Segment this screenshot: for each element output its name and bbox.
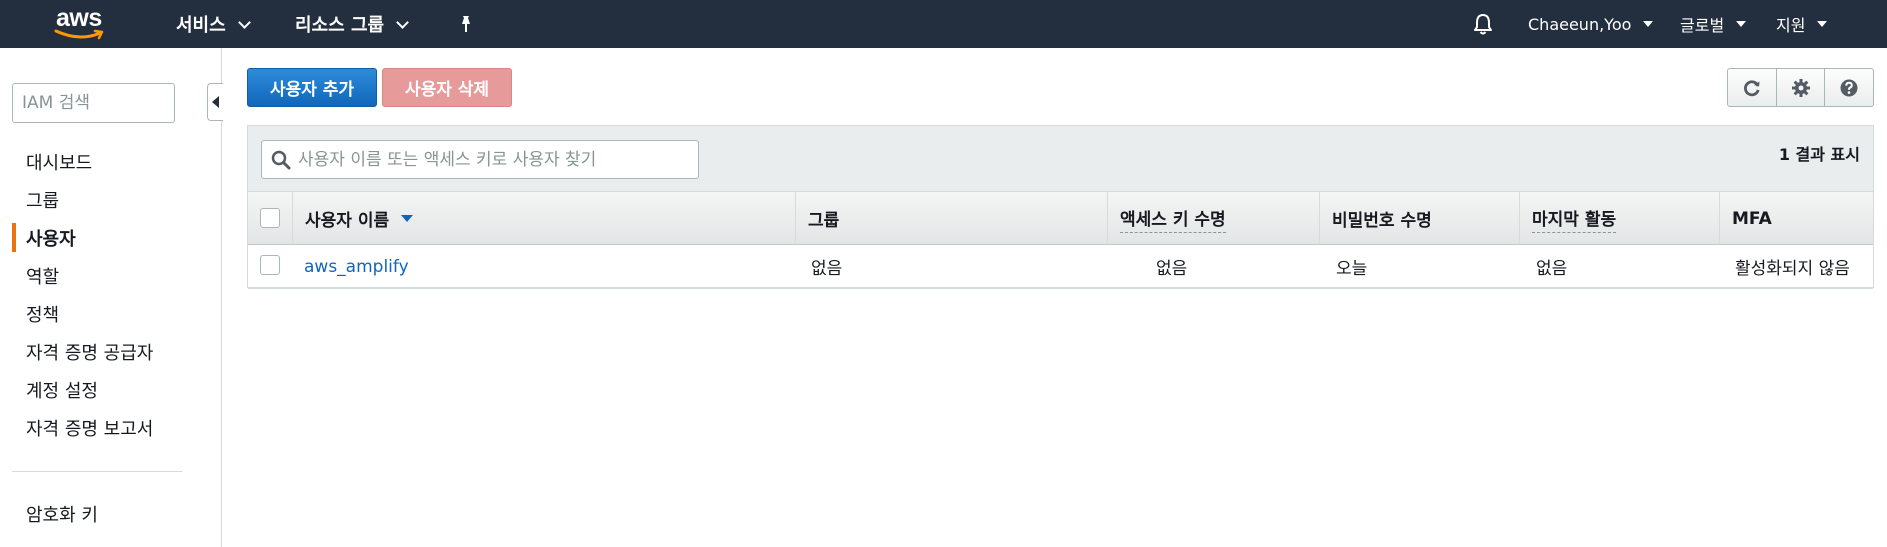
sidebar-item-users[interactable]: 사용자 [26,225,76,251]
refresh-icon [1743,79,1760,96]
table-header: 사용자 이름 그룹 액세스 키 수명 비밀번호 수명 마지막 활동 MFA [248,191,1873,245]
sidebar-item-encryption-keys[interactable]: 암호화 키 [26,501,98,527]
table-filter-bar: 1 결과 표시 [248,126,1873,191]
help-button[interactable] [1825,69,1873,106]
sidebar-item-identity-providers[interactable]: 자격 증명 공급자 [26,339,153,365]
caret-down-icon [1643,21,1654,27]
add-user-button[interactable]: 사용자 추가 [247,68,377,107]
cell-groups: 없음 [811,259,843,279]
users-table-panel: 1 결과 표시 사용자 이름 그룹 액세스 키 수명 비밀번호 수명 마지막 활… [247,125,1874,289]
column-label: 그룹 [808,211,840,231]
select-all-checkbox[interactable] [260,208,280,228]
column-label: 비밀번호 수명 [1332,211,1432,231]
sidebar-item-account-settings[interactable]: 계정 설정 [26,377,98,403]
table-actions [1727,68,1874,107]
gear-icon [1791,78,1810,97]
active-indicator [12,223,16,252]
result-count: 1 결과 표시 [1778,145,1860,164]
support-menu[interactable]: 지원 [1776,0,1828,48]
refresh-button[interactable] [1728,69,1777,106]
services-label: 서비스 [176,15,226,36]
cell-password-age: 오늘 [1336,259,1368,279]
resource-groups-label: 리소스 그룹 [295,15,385,36]
sidebar-item-credential-report[interactable]: 자격 증명 보고서 [26,415,153,441]
column-user-name[interactable]: 사용자 이름 [292,192,795,245]
column-label: 액세스 키 수명 [1120,205,1226,233]
column-access-key-age[interactable]: 액세스 키 수명 [1107,192,1319,245]
iam-search-input[interactable] [12,83,175,123]
services-menu[interactable]: 서비스 [176,0,251,48]
column-password-age[interactable]: 비밀번호 수명 [1319,192,1519,245]
region-menu[interactable]: 글로벌 [1680,0,1747,48]
sidebar-divider [12,471,182,472]
user-label: Chaeeun,Yoo [1528,14,1632,34]
column-mfa[interactable]: MFA [1719,192,1873,245]
top-navigation: aws 서비스 리소스 그룹 Chaeeun,Yoo 글로벌 지원 [0,0,1887,48]
smile-icon [54,29,104,40]
column-groups[interactable]: 그룹 [795,192,1107,245]
cell-last-activity: 없음 [1536,259,1568,279]
caret-down-icon [1736,21,1747,27]
caret-down-icon [1817,21,1828,27]
row-checkbox[interactable] [260,255,280,275]
delete-user-button[interactable]: 사용자 삭제 [382,68,512,107]
search-icon [271,150,291,170]
column-last-activity[interactable]: 마지막 활동 [1519,192,1719,245]
sidebar-item-roles[interactable]: 역할 [26,263,59,289]
column-label: MFA [1732,208,1772,229]
select-all-cell [248,192,292,245]
table-row[interactable]: aws_amplify 없음 없음 오늘 없음 활성화되지 않음 [248,245,1873,289]
help-icon [1840,79,1858,96]
chevron-down-icon [396,15,409,29]
sidebar-item-groups[interactable]: 그룹 [26,187,59,213]
region-label: 글로벌 [1680,16,1725,35]
sidebar-collapse-toggle[interactable] [207,83,223,121]
pin-icon[interactable] [456,14,476,34]
sidebar-item-dashboard[interactable]: 대시보드 [26,149,92,175]
chevron-down-icon [237,15,251,29]
user-menu[interactable]: Chaeeun,Yoo [1528,0,1654,48]
sidebar: 대시보드 그룹 사용자 역할 정책 자격 증명 공급자 계정 설정 자격 증명 … [0,48,222,547]
settings-button[interactable] [1777,69,1826,106]
bell-icon[interactable] [1472,12,1494,36]
caret-left-icon [212,96,219,108]
user-name-link[interactable]: aws_amplify [304,245,409,288]
sort-descending-icon [401,215,414,222]
resource-groups-menu[interactable]: 리소스 그룹 [295,0,409,48]
user-search-box[interactable] [261,140,699,179]
support-label: 지원 [1776,16,1806,35]
sidebar-item-policies[interactable]: 정책 [26,301,59,327]
user-search-input[interactable] [298,149,698,170]
aws-logo[interactable]: aws [52,4,112,42]
column-label: 마지막 활동 [1532,205,1617,233]
cell-access-key-age: 없음 [1156,259,1188,279]
column-label: 사용자 이름 [305,211,390,231]
cell-mfa: 활성화되지 않음 [1735,259,1850,279]
